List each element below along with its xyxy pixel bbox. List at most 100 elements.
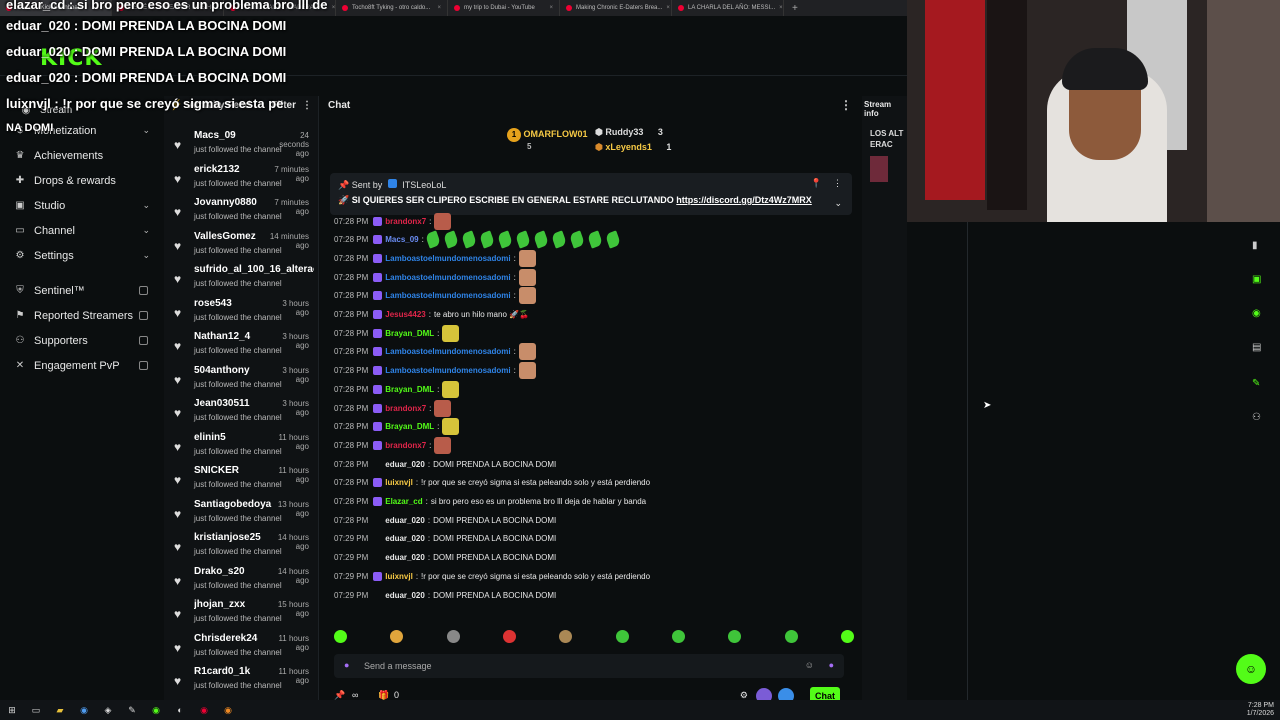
app-icon[interactable]: ◐ (168, 700, 192, 720)
emote-icon[interactable] (390, 630, 404, 643)
message-username[interactable]: Jesus4423 (385, 310, 425, 319)
chrome-icon[interactable]: ◉ (72, 700, 96, 720)
chat-message[interactable]: 07:28 PM Brayan_DML: (334, 324, 460, 342)
activity-feed-item[interactable]: ♥ rose543 3 hours ago just followed the cha… (164, 297, 319, 330)
app-icon[interactable]: ✎ (120, 700, 144, 720)
chat-message[interactable]: 07:28 PM Lamboastoelmundomenosadomi: (334, 362, 536, 380)
system-clock[interactable]: 7:28 PM 1/7/2026 (1247, 702, 1274, 718)
activity-feed-item[interactable]: ♥ Jovanny0880 7 minutes ago just followed t… (164, 196, 319, 229)
message-username[interactable]: brandonx7 (385, 441, 426, 450)
emote-picker-icon[interactable]: ● (829, 660, 834, 670)
chat-message[interactable]: 07:28 PM eduar_020: DOMI PRENDA LA BOCINA … (334, 513, 556, 527)
activity-feed-item[interactable]: ♥ Drako_s20 14 hours ago just followed the … (164, 565, 319, 598)
leaderboard-entry[interactable]: 1 OMARFLOW01 5 (507, 128, 588, 151)
windows-start-icon[interactable]: ⊞ (0, 700, 24, 720)
leaderboard-entry[interactable]: ⬢ xLeyends1 1 (595, 142, 671, 153)
message-username[interactable]: eduar_020 (385, 534, 425, 543)
activity-feed-item[interactable]: ♥ sufrido_al_100_16_alterao just followed … (164, 263, 319, 296)
chat-bubble-icon[interactable]: ▣ (1252, 274, 1261, 285)
activity-feed-item[interactable]: ♥ jhojan_zxx 15 hours ago just followed the… (164, 598, 319, 631)
message-username[interactable]: eduar_020 (385, 553, 425, 562)
sidebar-item-drops-rewards[interactable]: ✚ Drops & rewards (0, 168, 160, 193)
message-username[interactable]: Lamboastoelmundomenosadomi (385, 291, 510, 300)
chat-message[interactable]: 07:28 PM Brayan_DML: (334, 380, 460, 398)
message-username[interactable]: luixnvjl (385, 478, 413, 487)
activity-feed-item[interactable]: ♥ 504anthony 3 hours ago just followed the … (164, 364, 319, 397)
sidebar-item-achievements[interactable]: ♛ Achievements (0, 143, 160, 168)
activity-feed-item[interactable]: ♥ elinin5 11 hours ago just followed the ch… (164, 431, 319, 464)
taskview-icon[interactable]: ▭ (24, 700, 48, 720)
layout-icon[interactable]: ▤ (1252, 342, 1261, 353)
chat-message[interactable]: 07:28 PM Elazar_cd: si bro pero eso es un … (334, 495, 646, 509)
activity-feed-item[interactable]: ♥ Macs_09 24 seconds ago just followed the … (164, 129, 319, 162)
close-icon[interactable]: × (549, 5, 553, 11)
sidebar-item-supporters[interactable]: ⚇ Supporters (0, 328, 160, 353)
message-username[interactable]: eduar_020 (385, 516, 425, 525)
chat-message[interactable]: 07:28 PM Lamboastoelmundomenosadomi: (334, 268, 536, 286)
message-username[interactable]: luixnvjl (385, 572, 413, 581)
pinned-link[interactable]: https://discord.gg/Dtz4Wz7MRX (676, 195, 812, 205)
sidebar-item-studio[interactable]: ▣ Studio ⌄ (0, 193, 160, 218)
message-username[interactable]: Elazar_cd (385, 497, 422, 506)
chat-message[interactable]: 07:28 PM Jesus4423: te abro un hilo mano 🚀… (334, 308, 529, 322)
wrench-icon[interactable]: ✎ (1252, 378, 1260, 389)
sidebar-item-channel[interactable]: ▭ Channel ⌄ (0, 218, 160, 243)
microphone-icon[interactable]: ● (344, 660, 349, 670)
chat-message[interactable]: 07:29 PM eduar_020: DOMI PRENDA LA BOCINA … (334, 532, 556, 546)
browser-tab[interactable]: my trip to Dubai - YouTube × (448, 0, 560, 16)
close-icon[interactable]: × (666, 5, 670, 11)
stream-thumbnail[interactable] (870, 156, 888, 182)
emote-icon[interactable] (502, 630, 516, 643)
chat-input[interactable]: ● Send a message ☺ ● (334, 654, 844, 678)
browser-tab[interactable]: Tocho8ft Tyking - otro caldo... × (336, 0, 448, 16)
browser-tab[interactable]: LA CHARLA DEL AÑO: MESSI... × (672, 0, 784, 16)
chat-message[interactable]: 07:28 PM Lamboastoelmundomenosadomi: (334, 287, 536, 305)
emote-icon[interactable] (840, 630, 854, 643)
activity-feed-item[interactable]: ♥ kristianjose25 14 hours ago just followed… (164, 531, 319, 564)
app-icon[interactable]: ◉ (216, 700, 240, 720)
activity-feed-item[interactable]: ♥ SNICKER 11 hours ago just followed the ch… (164, 464, 319, 497)
close-icon[interactable]: × (332, 5, 335, 11)
chat-message[interactable]: 07:29 PM eduar_020: DOMI PRENDA LA BOCINA … (334, 588, 556, 602)
message-username[interactable]: Brayan_DML (385, 385, 434, 394)
activity-feed-item[interactable]: ♥ VallesGomez 14 minutes ago just followed … (164, 230, 319, 263)
activity-feed-item[interactable]: ♥ Santiagobedoya 13 hours ago just followed… (164, 498, 319, 531)
chat-message[interactable]: 07:28 PM Lamboastoelmundomenosadomi: (334, 249, 536, 267)
sidebar-item-sentinel[interactable]: ⛨ Sentinel™ (0, 278, 160, 303)
app-icon[interactable]: ◈ (96, 700, 120, 720)
message-username[interactable]: Lamboastoelmundomenosadomi (385, 347, 510, 356)
chat-message[interactable]: 07:28 PM eduar_020: DOMI PRENDA LA BOCINA … (334, 457, 556, 471)
kebab-menu-icon[interactable]: ⋮ (302, 100, 312, 111)
chat-message[interactable]: 07:28 PM Lamboastoelmundomenosadomi: (334, 343, 536, 361)
activity-feed-item[interactable]: ♥ Chrisderek24 11 hours ago just followed t… (164, 632, 319, 665)
message-username[interactable]: brandonx7 (385, 217, 426, 226)
users-icon[interactable]: ⚇ (1252, 412, 1261, 423)
activity-feed-item[interactable]: ♥ R1card0_1k 11 hours ago just followed the… (164, 665, 319, 698)
emote-icon[interactable] (559, 630, 573, 643)
sidebar-item-reported-streamers[interactable]: ⚑ Reported Streamers (0, 303, 160, 328)
close-icon[interactable]: × (437, 5, 441, 11)
chat-message[interactable]: 07:29 PM eduar_020: DOMI PRENDA LA BOCINA … (334, 551, 556, 565)
activity-feed-item[interactable]: ♥ erick2132 7 minutes ago just followed the… (164, 163, 319, 196)
message-username[interactable]: brandonx7 (385, 404, 426, 413)
support-chat-icon[interactable]: ☺ (1236, 654, 1266, 684)
message-username[interactable]: Brayan_DML (385, 422, 434, 431)
message-username[interactable]: Brayan_DML (385, 329, 434, 338)
sidebar-item-engagement-pvp[interactable]: ✕ Engagement PvP (0, 353, 160, 378)
new-tab-button[interactable]: + (784, 3, 806, 14)
chevron-down-icon[interactable]: ⌄ (834, 198, 842, 209)
kebab-menu-icon[interactable]: ⋮ (833, 178, 842, 189)
message-username[interactable]: Macs_09 (385, 235, 418, 244)
sidebar-item-settings[interactable]: ⚙ Settings ⌄ (0, 243, 160, 268)
file-explorer-icon[interactable]: ▰ (48, 700, 72, 720)
emote-icon[interactable] (671, 630, 685, 643)
chat-message[interactable]: 07:28 PM brandonx7: (334, 212, 452, 230)
chat-message[interactable]: 07:28 PM Brayan_DML: (334, 418, 460, 436)
kebab-menu-icon[interactable]: ⋮ (840, 98, 852, 112)
close-icon[interactable]: × (779, 5, 783, 11)
chat-message[interactable]: 07:29 PM luixnvjl: !r por que se creyó sig… (334, 569, 650, 583)
browser-tab[interactable]: Making Chronic E-Daters Brea... × (560, 0, 672, 16)
activity-feed-item[interactable]: ♥ Nathan12_4 3 hours ago just followed the … (164, 330, 319, 363)
leaderboard-entry[interactable]: ⬢ Ruddy33 3 (595, 127, 663, 138)
emote-icon[interactable] (334, 630, 347, 643)
